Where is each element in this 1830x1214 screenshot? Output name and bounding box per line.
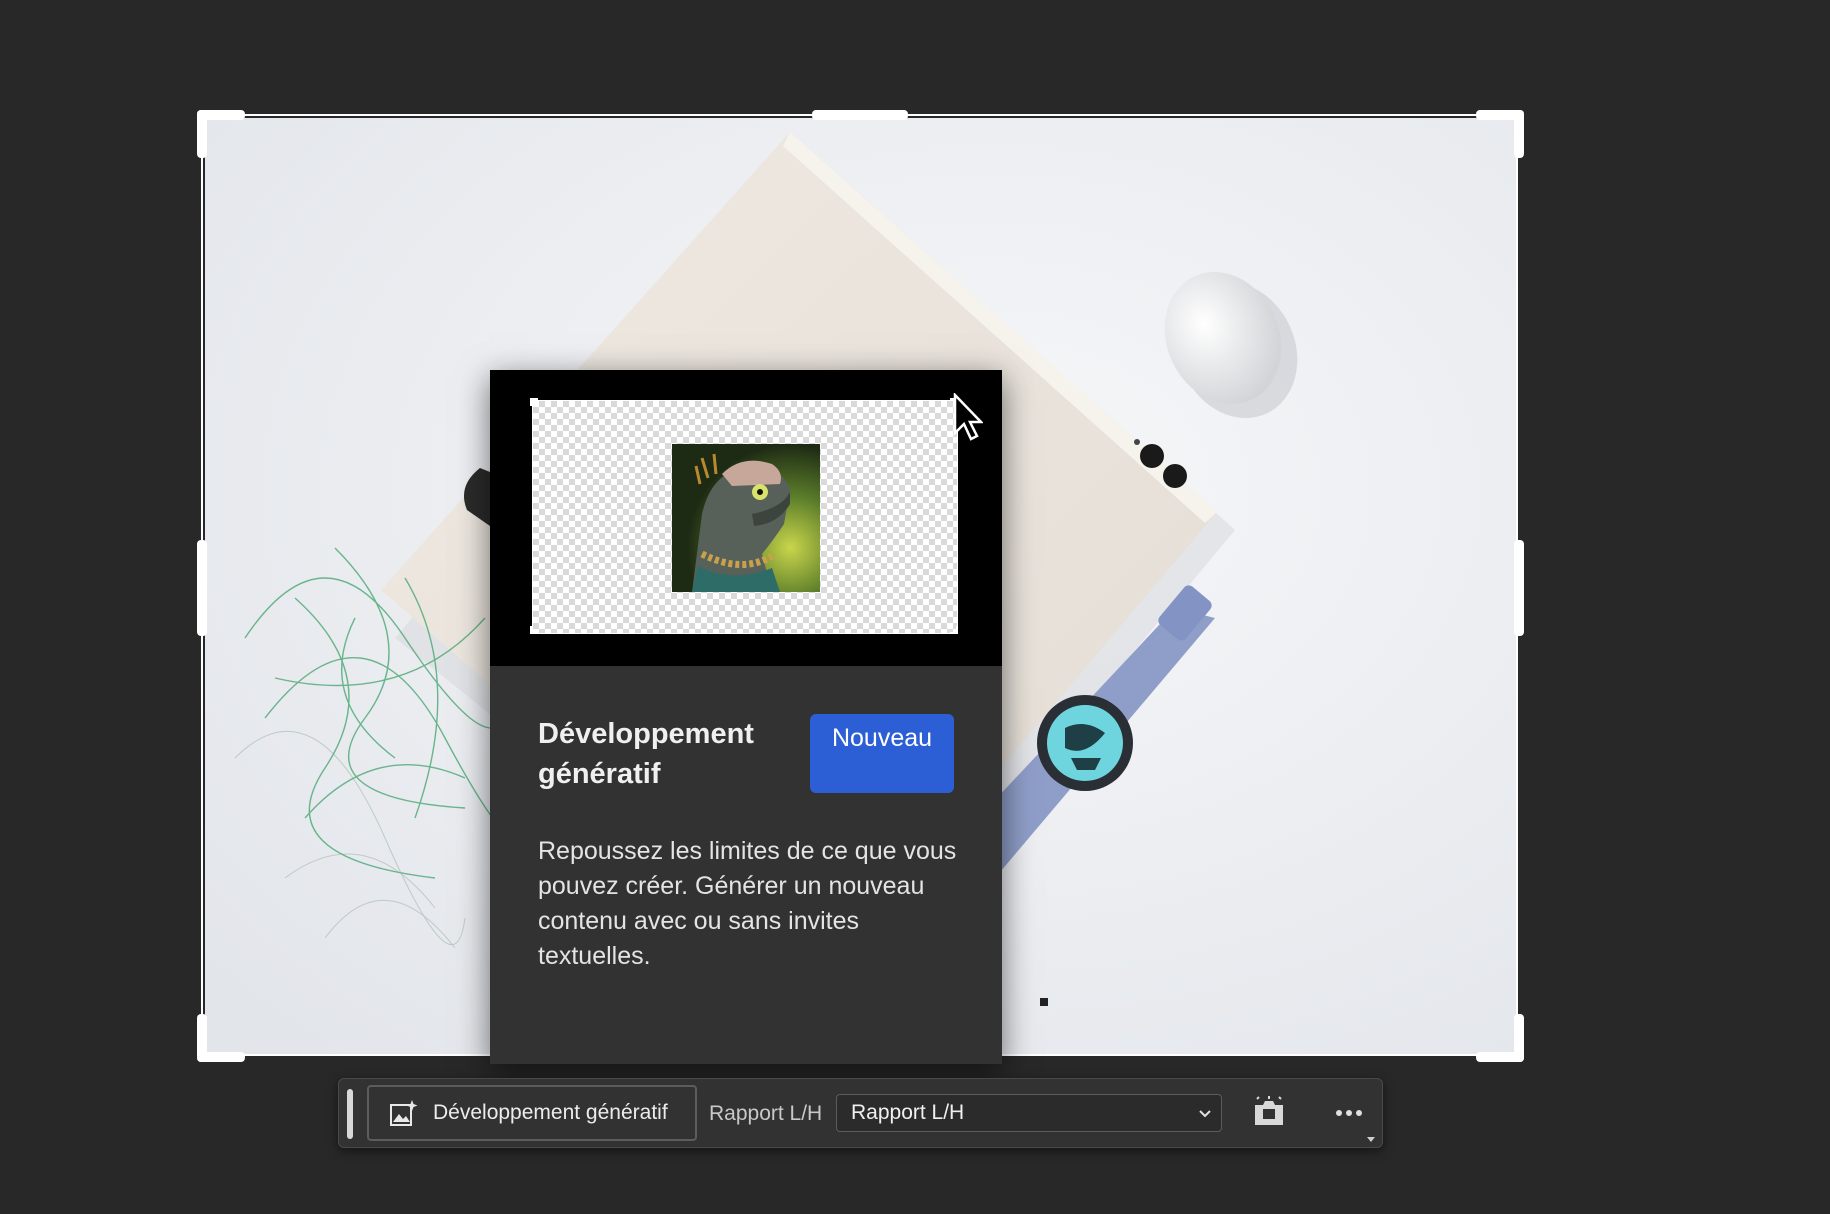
crop-handle-left[interactable]: [197, 540, 207, 636]
crop-handle-top-right[interactable]: [1514, 110, 1524, 158]
fill-icon[interactable]: [1249, 1095, 1289, 1131]
ratio-label: Rapport L/H: [709, 1102, 823, 1125]
crop-handle-right[interactable]: [1514, 540, 1524, 636]
generative-expand-button[interactable]: Développement génératif: [367, 1085, 697, 1141]
taskbar-options-icon[interactable]: [1366, 1135, 1376, 1143]
ratio-value: Rapport L/H: [851, 1101, 965, 1124]
popover-title: Développement génératif: [538, 718, 754, 790]
contextual-task-bar: Développement génératif Rapport L/H Rapp…: [338, 1078, 1383, 1148]
crop-handle-bottom-left[interactable]: [197, 1014, 207, 1062]
crop-handle-top[interactable]: [812, 110, 908, 120]
generative-expand-label: Développement génératif: [433, 1101, 668, 1124]
iguana-thumbnail: [672, 444, 820, 592]
crop-handle-bottom-right[interactable]: [1514, 1014, 1524, 1062]
popover-description: Repoussez les limites de ce que vous pou…: [538, 837, 957, 970]
new-badge: Nouveau: [810, 714, 954, 793]
crop-handle-top-left[interactable]: [197, 110, 207, 158]
generative-expand-icon: [389, 1099, 419, 1127]
ratio-dropdown[interactable]: Rapport L/H: [836, 1094, 1222, 1132]
mouse-cursor-icon: [953, 393, 983, 441]
chevron-down-icon: [1199, 1110, 1211, 1118]
more-icon[interactable]: [1329, 1095, 1369, 1131]
drag-handle[interactable]: [347, 1089, 353, 1139]
